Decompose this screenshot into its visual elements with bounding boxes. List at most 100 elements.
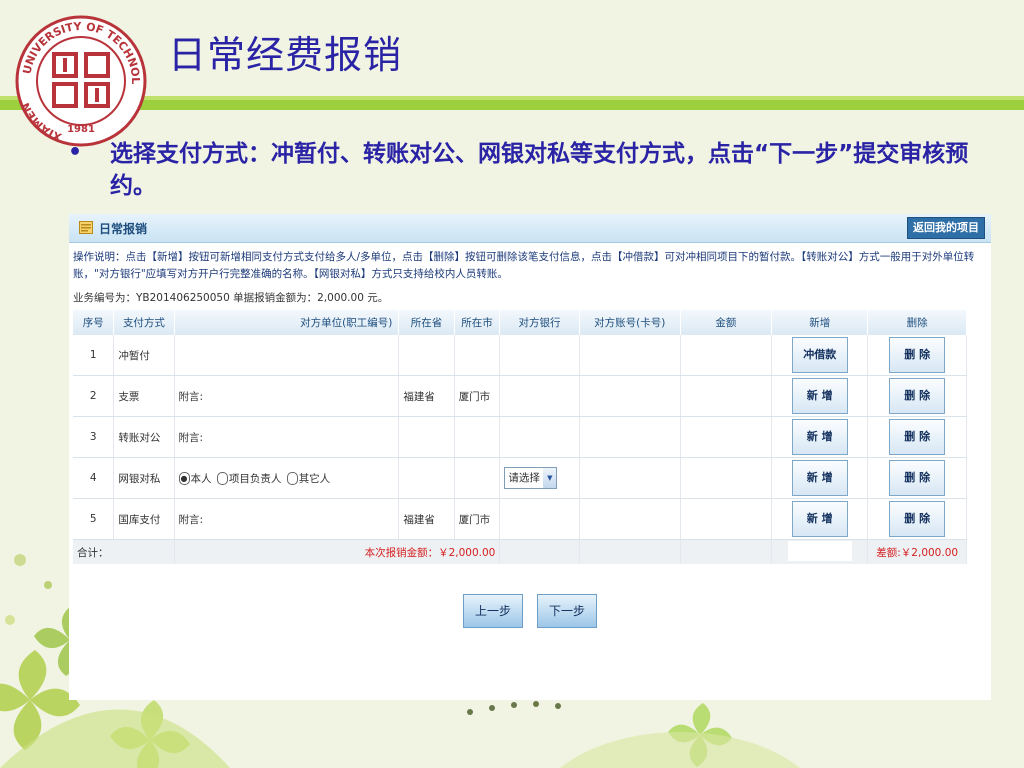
svg-text:1981: 1981	[67, 124, 95, 135]
table-row: 4 网银对私 ● 本人 项目负责人 其它人 请选择 ▼ 新 增 删 除	[73, 457, 967, 499]
bank-cell	[499, 416, 580, 458]
bullet-text: 选择支付方式：冲暂付、转账对公、网银对私等支付方式，点击“下一步”提交审核预约。	[110, 141, 969, 199]
table-row: 5 国库支付 附言: 福建省 厦门市 新 增 删 除	[73, 498, 967, 540]
delete-button[interactable]: 删 除	[889, 419, 946, 455]
panel-title: 日常报销	[99, 222, 148, 236]
chevron-down-icon: ▼	[543, 468, 557, 488]
total-spacer	[579, 539, 681, 564]
add-cell: 新 增	[771, 498, 869, 540]
return-my-projects-button[interactable]: 返回我的项目	[907, 217, 985, 239]
delete-cell: 删 除	[867, 375, 967, 417]
offset-loan-button[interactable]: 冲借款	[791, 337, 848, 373]
row-number: 2	[73, 375, 115, 417]
city-cell: 厦门市	[454, 498, 501, 540]
table-header-row: 序号 支付方式 对方单位(职工编号) 所在省 所在市 对方银行 对方账号(卡号)…	[73, 310, 967, 335]
title-divider-bar	[0, 96, 1024, 110]
column-header: 对方银行	[499, 310, 580, 335]
add-button[interactable]: 新 增	[791, 378, 848, 414]
add-button[interactable]: 新 增	[791, 419, 848, 455]
payee-cell: 附言:	[174, 375, 400, 417]
city-cell: 厦门市	[454, 375, 501, 417]
column-header: 对方账号(卡号)	[579, 310, 681, 335]
payment-method: 冲暂付	[113, 335, 175, 376]
amount-cell	[680, 375, 773, 417]
delete-cell: 删 除	[867, 457, 967, 499]
delete-button[interactable]: 删 除	[889, 378, 946, 414]
bank-cell	[499, 335, 580, 376]
next-step-button[interactable]: 下一步	[537, 594, 597, 628]
bank-cell: 请选择 ▼	[499, 457, 580, 499]
document-icon	[79, 221, 93, 234]
business-number-line: 业务编号为：YB201406250050 单据报销金额为：2,000.00 元。	[73, 292, 389, 304]
add-cell: 新 增	[771, 375, 869, 417]
column-header: 金额	[680, 310, 773, 335]
total-spacer	[680, 539, 773, 564]
payee-cell: 附言:	[174, 498, 400, 540]
account-cell	[579, 498, 681, 540]
radio-label: 项目负责人	[228, 472, 282, 485]
add-cell: 新 增	[771, 457, 869, 499]
delete-cell: 删 除	[867, 335, 967, 376]
radio-project-leader[interactable]	[216, 471, 228, 485]
column-header: 支付方式	[113, 310, 175, 335]
payment-method: 转账对公	[113, 416, 175, 458]
total-amount-field[interactable]	[787, 540, 852, 561]
add-cell: 新 增	[771, 416, 869, 458]
total-spacer	[499, 539, 580, 564]
row-number: 4	[73, 457, 115, 499]
province-cell: 福建省	[398, 498, 455, 540]
delete-button[interactable]: 删 除	[889, 337, 946, 373]
total-label: 合计：	[73, 539, 175, 564]
account-cell	[579, 416, 681, 458]
city-cell	[454, 335, 501, 376]
payee-cell: 附言:	[174, 416, 400, 458]
city-cell	[454, 457, 501, 499]
bank-cell	[499, 375, 580, 417]
amount-cell	[680, 457, 773, 499]
total-difference: 差额:￥2,000.00	[867, 539, 967, 564]
radio-other[interactable]	[286, 471, 298, 485]
radio-label: 本人	[190, 472, 212, 485]
operation-instructions: 操作说明：点击【新增】按钮可新增相同支付方式支付给多人/多单位，点击【删除】按钮…	[73, 251, 975, 280]
add-button[interactable]: 新 增	[791, 460, 848, 496]
payment-method: 支票	[113, 375, 175, 417]
province-cell	[398, 457, 455, 499]
panel-header: 日常报销 返回我的项目	[69, 214, 991, 243]
city-cell	[454, 416, 501, 458]
row-number: 5	[73, 498, 115, 540]
account-cell	[579, 335, 681, 376]
payee-radio-group: ● 本人 项目负责人 其它人	[174, 457, 400, 499]
add-button[interactable]: 新 增	[791, 501, 848, 537]
bank-select[interactable]: 请选择 ▼	[504, 467, 558, 489]
column-header: 所在市	[454, 310, 501, 335]
bank-select-value: 请选择	[508, 472, 540, 484]
table-row: 1 冲暂付 冲借款 删 除	[73, 335, 967, 376]
delete-button[interactable]: 删 除	[889, 501, 946, 537]
payee-cell	[174, 335, 400, 376]
province-cell: 福建省	[398, 375, 455, 417]
bullet-dot: •	[68, 140, 83, 165]
table-row: 2 支票 附言: 福建省 厦门市 新 增 删 除	[73, 375, 967, 417]
total-amount: 本次报销金额：￥2,000.00	[174, 539, 501, 564]
payment-method: 网银对私	[113, 457, 175, 499]
column-header: 所在省	[398, 310, 455, 335]
total-input-cell	[771, 539, 869, 564]
account-cell	[579, 375, 681, 417]
slide-title: 日常经费报销	[168, 33, 403, 77]
total-row: 合计： 本次报销金额：￥2,000.00 差额:￥2,000.00	[73, 539, 967, 564]
amount-cell	[680, 416, 773, 458]
university-logo-icon: UNIVERSITY OF TECHNOLOGY XIAMEN 1981	[14, 14, 147, 147]
province-cell	[398, 416, 455, 458]
bank-cell	[499, 498, 580, 540]
column-header: 对方单位(职工编号)	[174, 310, 400, 335]
province-cell	[398, 335, 455, 376]
previous-step-button[interactable]: 上一步	[463, 594, 523, 628]
amount-cell	[680, 498, 773, 540]
delete-button[interactable]: 删 除	[889, 460, 946, 496]
row-number: 1	[73, 335, 115, 376]
reimbursement-panel: 日常报销 返回我的项目 操作说明：点击【新增】按钮可新增相同支付方式支付给多人/…	[69, 214, 991, 700]
column-header: 序号	[73, 310, 115, 335]
radio-self[interactable]: ●	[178, 471, 190, 485]
row-number: 3	[73, 416, 115, 458]
amount-cell	[680, 335, 773, 376]
